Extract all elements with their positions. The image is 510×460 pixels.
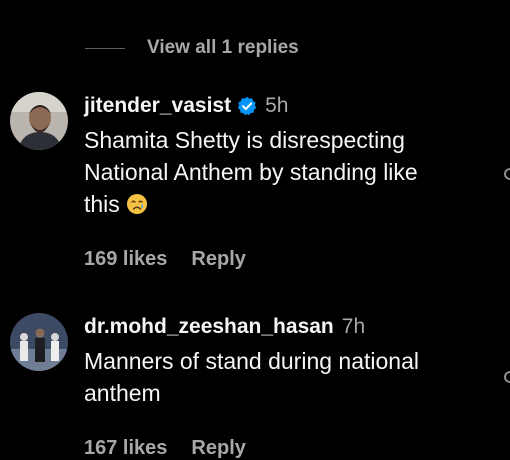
like-heart-icon[interactable] <box>504 371 510 383</box>
view-replies-button[interactable]: View all 1 replies <box>85 30 299 66</box>
comment-actions: 169 likes Reply <box>84 248 484 271</box>
reply-button[interactable]: Reply <box>191 437 245 460</box>
avatar-image <box>10 313 68 371</box>
comment-actions: 167 likes Reply <box>84 437 484 460</box>
comment-header: jitender_vasist 5h <box>84 92 484 120</box>
comment-text-line-with-emoji: this <box>84 188 484 220</box>
comment-text-line: National Anthem by standing like <box>84 159 418 185</box>
comment-timestamp: 5h <box>265 94 289 117</box>
comment-item: dr.mohd_zeeshan_hasan 7h Manners of stan… <box>0 313 510 459</box>
comment-text-line: Shamita Shetty is disrespecting <box>84 127 405 153</box>
crying-face-emoji-icon <box>126 191 148 214</box>
verified-badge-icon <box>237 96 257 116</box>
comment-text: Manners of stand during national anthem <box>84 345 484 409</box>
comment-text: Shamita Shetty is disrespecting National… <box>84 124 484 220</box>
comment-item: jitender_vasist 5h Shamita Shetty is dis… <box>0 92 510 282</box>
view-replies-label: View all 1 replies <box>147 37 299 58</box>
comment-timestamp: 7h <box>341 315 366 338</box>
like-heart-icon[interactable] <box>504 168 510 180</box>
comment-header: dr.mohd_zeeshan_hasan 7h <box>84 313 484 341</box>
reply-button[interactable]: Reply <box>191 248 245 271</box>
comment-text-line: this <box>84 191 120 217</box>
avatar-image <box>10 92 68 150</box>
comment-text-line: anthem <box>84 380 161 406</box>
username[interactable]: dr.mohd_zeeshan_hasan <box>84 315 334 339</box>
avatar[interactable] <box>10 313 68 371</box>
likes-count[interactable]: 167 likes <box>84 437 167 460</box>
divider-line <box>85 47 125 49</box>
comment-text-line: Manners of stand during national <box>84 348 419 374</box>
username[interactable]: jitender_vasist <box>84 94 231 118</box>
likes-count[interactable]: 169 likes <box>84 248 167 271</box>
avatar[interactable] <box>10 92 68 150</box>
